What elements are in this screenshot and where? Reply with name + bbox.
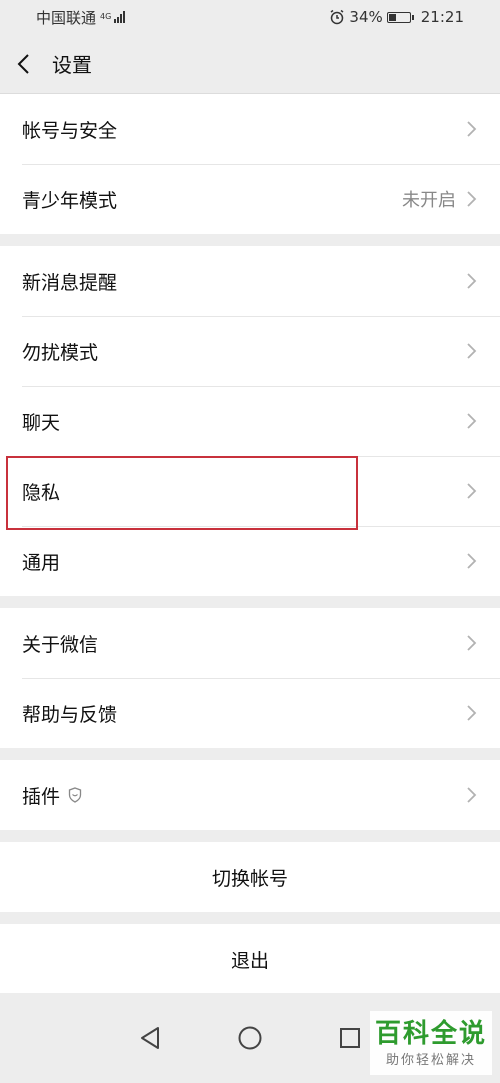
page-title: 设置 [52, 53, 92, 77]
signal-icon [114, 11, 126, 23]
watermark-main-text: 百科全说 [374, 1018, 487, 1049]
setting-general[interactable]: 通用 [0, 526, 500, 596]
status-left: 中国联通 4G [36, 7, 126, 28]
setting-value: 未开启 [402, 190, 456, 211]
triangle-back-icon [141, 1027, 159, 1049]
system-recents-button[interactable] [335, 1023, 365, 1053]
logout-button[interactable]: 退出 [0, 924, 500, 994]
chevron-right-icon [467, 273, 477, 289]
back-button[interactable] [16, 49, 38, 79]
battery-percent: 34% [349, 8, 383, 26]
setting-about-wechat[interactable]: 关于微信 [0, 608, 500, 678]
square-recents-icon [340, 1028, 360, 1048]
status-time: 21:21 [420, 8, 464, 26]
network-type: 4G [100, 12, 112, 21]
group-gap [0, 596, 500, 608]
nav-bar: 设置 [0, 34, 500, 94]
chevron-right-icon [467, 553, 477, 569]
setting-label: 插件 [22, 785, 61, 808]
setting-help-feedback[interactable]: 帮助与反馈 [0, 678, 500, 748]
setting-label: 勿扰模式 [22, 341, 99, 364]
setting-label: 隐私 [22, 481, 61, 504]
setting-label: 聊天 [22, 411, 61, 434]
setting-label: 帮助与反馈 [22, 703, 118, 726]
group-gap [0, 830, 500, 842]
alarm-icon [330, 9, 344, 25]
setting-do-not-disturb[interactable]: 勿扰模式 [0, 316, 500, 386]
watermark-logo: 百科全说 助你轻松解决 [370, 1011, 492, 1075]
shield-icon [68, 787, 82, 803]
watermark-sub-text: 助你轻松解决 [385, 1052, 476, 1068]
group-gap [0, 234, 500, 246]
chevron-right-icon [467, 413, 477, 429]
chevron-right-icon [467, 343, 477, 359]
switch-account-button[interactable]: 切换帐号 [0, 842, 500, 912]
chevron-right-icon [467, 705, 477, 721]
circle-home-icon [238, 1026, 262, 1050]
system-home-button[interactable] [235, 1023, 265, 1053]
settings-group-general: 新消息提醒 勿扰模式 聊天 隐私 通用 [0, 246, 500, 596]
settings-group-account: 帐号与安全 青少年模式 未开启 [0, 94, 500, 234]
status-bar: 中国联通 4G 34% 21:21 [0, 0, 500, 34]
setting-new-message-alert[interactable]: 新消息提醒 [0, 246, 500, 316]
battery-icon [386, 11, 414, 23]
setting-account-security[interactable]: 帐号与安全 [0, 94, 500, 164]
group-gap [0, 748, 500, 760]
status-right: 34% 21:21 [329, 8, 464, 26]
setting-privacy[interactable]: 隐私 [0, 456, 500, 526]
setting-plugins[interactable]: 插件 [0, 760, 500, 830]
setting-label: 通用 [22, 551, 61, 574]
setting-label: 关于微信 [22, 633, 99, 656]
chevron-left-icon [17, 53, 29, 74]
setting-label: 青少年模式 [22, 189, 118, 212]
setting-chat[interactable]: 聊天 [0, 386, 500, 456]
battery-fill [388, 13, 397, 21]
setting-label: 帐号与安全 [22, 119, 118, 142]
setting-label: 新消息提醒 [22, 271, 118, 294]
setting-label-wrap: 插件 [22, 782, 466, 809]
setting-teen-mode[interactable]: 青少年模式 未开启 [0, 164, 500, 234]
chevron-right-icon [467, 121, 477, 137]
chevron-right-icon [467, 191, 477, 207]
system-back-button[interactable] [135, 1023, 165, 1053]
settings-group-plugins: 插件 [0, 760, 500, 830]
carrier-name: 中国联通 [36, 8, 97, 27]
settings-group-about: 关于微信 帮助与反馈 [0, 608, 500, 748]
chevron-right-icon [467, 483, 477, 499]
chevron-right-icon [467, 635, 477, 651]
chevron-right-icon [467, 787, 477, 803]
group-gap [0, 912, 500, 924]
